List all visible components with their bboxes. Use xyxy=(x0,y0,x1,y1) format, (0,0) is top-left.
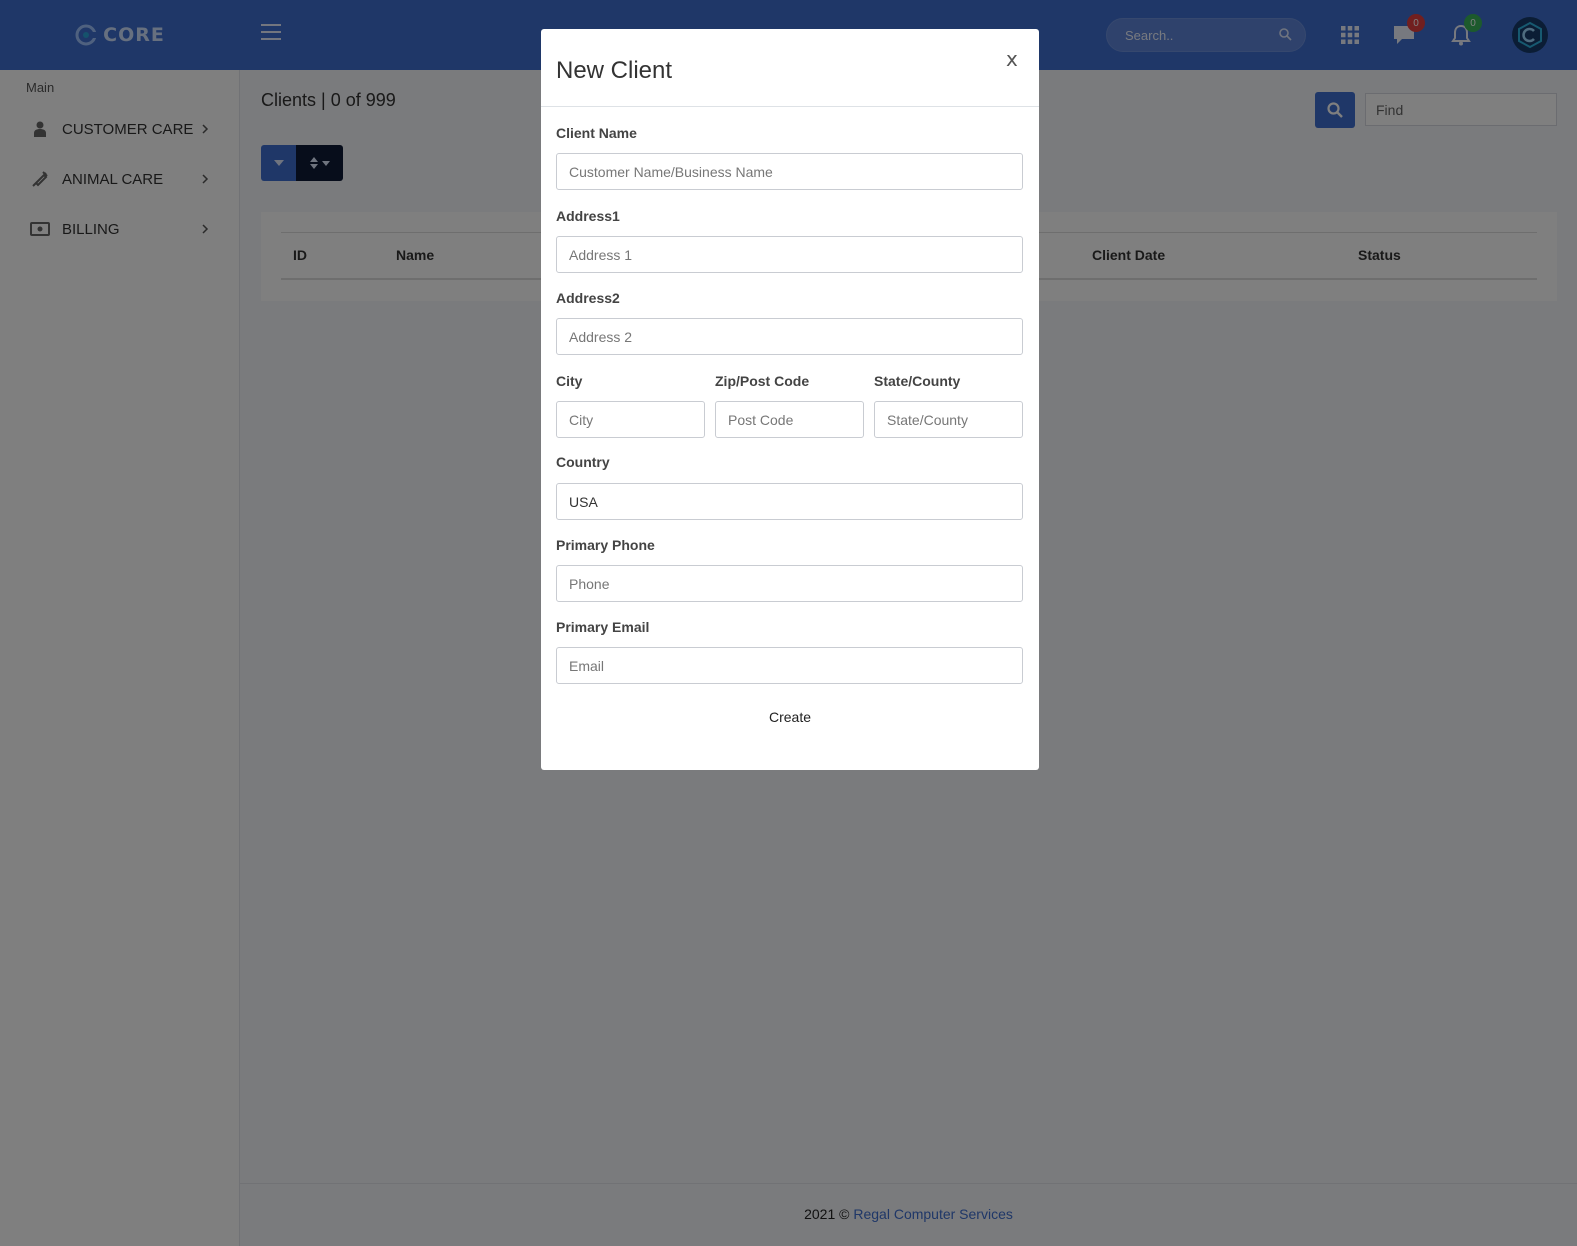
client-name-label: Client Name xyxy=(556,125,637,141)
address1-input[interactable] xyxy=(556,236,1023,273)
email-input[interactable] xyxy=(556,647,1023,684)
create-button[interactable]: Create xyxy=(754,703,826,731)
state-label: State/County xyxy=(874,373,961,389)
phone-label: Primary Phone xyxy=(556,537,655,553)
address2-label: Address2 xyxy=(556,290,620,306)
state-input[interactable] xyxy=(874,401,1023,438)
address1-label: Address1 xyxy=(556,208,620,224)
email-label: Primary Email xyxy=(556,619,650,635)
close-button[interactable]: x xyxy=(1006,47,1018,71)
phone-input[interactable] xyxy=(556,565,1023,602)
city-label: City xyxy=(556,373,583,389)
country-input[interactable] xyxy=(556,483,1023,520)
zip-input[interactable] xyxy=(715,401,864,438)
modal-header: New Client x xyxy=(541,29,1039,107)
city-input[interactable] xyxy=(556,401,705,438)
zip-label: Zip/Post Code xyxy=(715,373,810,389)
country-label: Country xyxy=(556,454,610,470)
client-name-input[interactable] xyxy=(556,153,1023,190)
modal-title: New Client xyxy=(556,57,673,84)
new-client-modal: New Client x Client Name Address1 Addres… xyxy=(541,29,1039,770)
address2-input[interactable] xyxy=(556,318,1023,355)
